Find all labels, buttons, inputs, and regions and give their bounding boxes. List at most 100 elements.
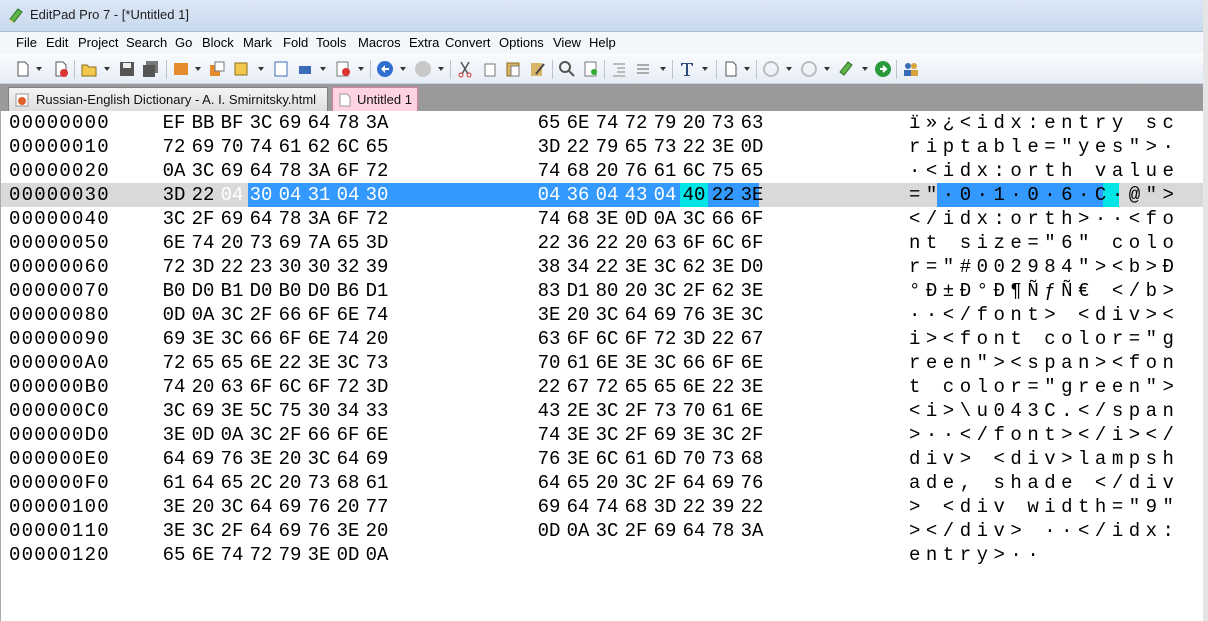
hex-byte[interactable]: 69 xyxy=(651,519,679,543)
hex-byte[interactable]: 63 xyxy=(738,111,766,135)
hex-byte[interactable]: 6E xyxy=(680,375,708,399)
hex-byte[interactable]: 2F xyxy=(622,423,650,447)
search-replace-icon[interactable] xyxy=(582,60,600,78)
hex-byte[interactable]: 76 xyxy=(218,447,246,471)
cut-icon[interactable] xyxy=(456,60,474,78)
hex-byte[interactable]: 74 xyxy=(363,303,391,327)
hex-byte[interactable]: 69 xyxy=(651,303,679,327)
hex-byte[interactable]: 0D xyxy=(334,543,362,567)
hex-byte[interactable]: 0A xyxy=(189,303,217,327)
hex-byte[interactable]: 64 xyxy=(247,207,275,231)
hex-byte[interactable]: 0A xyxy=(651,207,679,231)
hex-byte[interactable]: 69 xyxy=(189,399,217,423)
hex-byte[interactable]: 66 xyxy=(709,207,737,231)
ascii-text[interactable]: </idx:orth>··<fo xyxy=(909,207,1179,231)
menu-help[interactable]: Help xyxy=(589,35,616,50)
hex-byte[interactable]: 65 xyxy=(218,351,246,375)
hex-byte[interactable]: B1 xyxy=(218,279,246,303)
hex-byte[interactable]: 3C xyxy=(651,279,679,303)
hex-byte[interactable]: 2F xyxy=(622,399,650,423)
hex-byte[interactable]: 3E xyxy=(564,447,592,471)
hex-byte[interactable]: 22 xyxy=(680,495,708,519)
hex-byte[interactable]: 3D xyxy=(189,255,217,279)
hex-byte[interactable]: 5C xyxy=(247,399,275,423)
menu-extra[interactable]: Extra xyxy=(409,35,439,50)
hex-byte[interactable]: 6F xyxy=(622,327,650,351)
hex-byte[interactable]: 64 xyxy=(334,447,362,471)
hex-byte[interactable]: 22 xyxy=(680,135,708,159)
hex-byte[interactable]: 64 xyxy=(305,111,333,135)
hex-byte[interactable]: 3C xyxy=(651,255,679,279)
hex-byte[interactable]: 3C xyxy=(593,423,621,447)
hex-byte[interactable]: 61 xyxy=(276,135,304,159)
redo-icon[interactable] xyxy=(414,60,432,78)
hex-byte[interactable]: 6C xyxy=(709,231,737,255)
hex-byte[interactable]: 38 xyxy=(535,255,563,279)
hex-byte[interactable]: 68 xyxy=(334,471,362,495)
hex-byte[interactable]: 0A xyxy=(160,159,188,183)
hex-byte[interactable]: 73 xyxy=(709,111,737,135)
hex-byte[interactable]: 69 xyxy=(160,327,188,351)
hex-byte[interactable]: 40 xyxy=(680,183,708,207)
hex-byte[interactable]: 78 xyxy=(709,519,737,543)
hex-byte[interactable]: 3E xyxy=(247,447,275,471)
hex-byte[interactable]: 74 xyxy=(535,207,563,231)
hex-byte[interactable]: 6F xyxy=(305,375,333,399)
hex-byte[interactable]: 23 xyxy=(247,255,275,279)
hex-byte[interactable]: 39 xyxy=(709,495,737,519)
hex-row[interactable]: 00000080 0D 0A 3C 2F 66 6F 6E 74 3E 20 3C 64 69 76 3E 3C… xyxy=(1,303,1208,327)
hex-byte[interactable]: 0D xyxy=(738,135,766,159)
hex-byte[interactable]: 63 xyxy=(651,231,679,255)
hex-byte[interactable]: 65 xyxy=(622,135,650,159)
favorites-icon[interactable] xyxy=(232,60,250,78)
hex-byte[interactable]: 6E xyxy=(247,351,275,375)
hex-byte[interactable]: 3E xyxy=(709,135,737,159)
hex-byte[interactable]: 20 xyxy=(622,279,650,303)
hex-row[interactable]: 000000A0 72 65 65 6E 22 3E 3C 73 70 61 6E 3E 3C 66 6F 6E… xyxy=(1,351,1208,375)
hex-byte[interactable]: D0 xyxy=(247,279,275,303)
hex-byte[interactable]: 7A xyxy=(305,231,333,255)
hex-byte[interactable]: 65 xyxy=(160,543,188,567)
hex-byte[interactable]: BB xyxy=(189,111,217,135)
hex-byte[interactable]: 75 xyxy=(709,159,737,183)
hex-byte[interactable]: 72 xyxy=(160,255,188,279)
hex-byte[interactable]: 65 xyxy=(218,471,246,495)
search-icon[interactable] xyxy=(558,60,576,78)
hex-byte[interactable]: 6C xyxy=(593,327,621,351)
hex-byte[interactable]: 62 xyxy=(680,255,708,279)
hex-byte[interactable]: 6F xyxy=(738,207,766,231)
hex-byte[interactable]: 0D xyxy=(160,303,188,327)
hex-byte[interactable]: 69 xyxy=(276,495,304,519)
hex-byte[interactable]: 33 xyxy=(363,399,391,423)
file-format-icon[interactable] xyxy=(722,60,740,78)
hex-byte[interactable]: 3A xyxy=(738,519,766,543)
hex-byte[interactable]: D0 xyxy=(305,279,333,303)
hex-byte[interactable]: 6D xyxy=(651,447,679,471)
hex-byte[interactable]: 61 xyxy=(651,159,679,183)
hex-byte[interactable]: 6F xyxy=(738,231,766,255)
hex-byte[interactable]: 69 xyxy=(276,231,304,255)
save-all-icon[interactable] xyxy=(142,60,160,78)
ascii-text[interactable]: riptable="yes">· xyxy=(909,135,1179,159)
hex-byte[interactable]: 62 xyxy=(305,135,333,159)
hex-byte[interactable]: 64 xyxy=(622,303,650,327)
hex-byte[interactable]: 6F xyxy=(276,327,304,351)
hex-byte[interactable]: 65 xyxy=(738,159,766,183)
copy-icon[interactable] xyxy=(480,60,498,78)
hex-byte[interactable]: 3D xyxy=(363,231,391,255)
hex-byte[interactable]: 83 xyxy=(535,279,563,303)
hex-byte[interactable]: 3E xyxy=(680,423,708,447)
hex-byte[interactable]: 69 xyxy=(709,471,737,495)
hex-byte[interactable]: 3E xyxy=(189,327,217,351)
hex-byte[interactable]: 34 xyxy=(564,255,592,279)
hex-byte[interactable]: 3C xyxy=(160,399,188,423)
hex-byte[interactable]: 3D xyxy=(363,375,391,399)
ascii-text[interactable]: entry>·· xyxy=(909,543,1044,567)
ascii-text[interactable]: div> <div>lampsh xyxy=(909,447,1179,471)
hex-byte[interactable]: 3C xyxy=(189,519,217,543)
paste-icon[interactable] xyxy=(504,60,522,78)
hex-row[interactable]: 000000C0 3C 69 3E 5C 75 30 34 33 43 2E 3C 2F 73 70 61 6E… xyxy=(1,399,1208,423)
redo-dropdown-icon[interactable] xyxy=(438,67,444,71)
hex-byte[interactable]: 6C xyxy=(334,135,362,159)
hex-byte[interactable]: 78 xyxy=(276,159,304,183)
